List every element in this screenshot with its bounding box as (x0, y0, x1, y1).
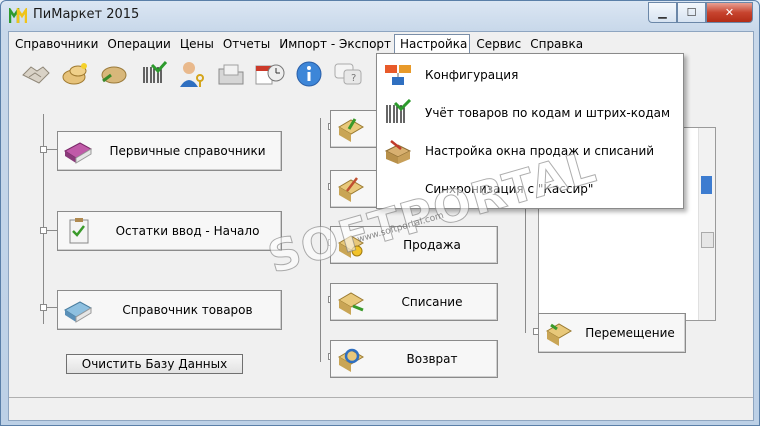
user-key-icon[interactable] (175, 56, 208, 92)
app-logo-icon (9, 8, 27, 23)
barcode-icon (386, 99, 412, 123)
tree-connector (47, 149, 57, 150)
folder-icon[interactable] (214, 56, 247, 92)
status-bar (9, 397, 753, 420)
tree-node (40, 304, 47, 311)
menu-operations[interactable]: Операции (101, 34, 173, 54)
info-icon[interactable] (292, 56, 325, 92)
toolbar: ? (9, 56, 364, 98)
menu-reports[interactable]: Отчеты (217, 34, 273, 54)
tree-line (525, 208, 526, 333)
return-button[interactable]: Возврат (330, 340, 498, 378)
tree-connector (47, 307, 57, 308)
toolbox-icon (384, 140, 412, 164)
handshake-icon[interactable] (19, 56, 52, 92)
title-bar: ПиМаркет 2015 ▁ ☐ ✕ (1, 1, 759, 31)
transfer-icon (546, 323, 572, 346)
repricing-icon (338, 177, 364, 202)
maximize-button[interactable]: ☐ (677, 2, 706, 23)
opening-balance-label: Остатки ввод - Начало (115, 224, 260, 238)
app-window: ПиМаркет 2015 ▁ ☐ ✕ Справочники Операции… (0, 0, 760, 426)
tree-node (40, 227, 47, 234)
close-button[interactable]: ✕ (706, 2, 753, 23)
window-title: ПиМаркет 2015 (33, 7, 140, 22)
close-icon: ✕ (724, 6, 735, 19)
menu-service[interactable]: Сервис (470, 34, 524, 54)
coins-icon[interactable] (58, 56, 91, 92)
minimize-icon: ▁ (658, 6, 667, 19)
transfer-button[interactable]: Перемещение (538, 313, 686, 353)
writeoff-label: Списание (401, 295, 463, 309)
help-icon[interactable]: ? (331, 56, 364, 92)
products-reference-button[interactable]: Справочник товаров (57, 290, 282, 330)
calendar-clock-icon[interactable] (253, 56, 286, 92)
minimize-button[interactable]: ▁ (648, 2, 677, 23)
book-icon (64, 301, 93, 323)
incoming-icon (338, 118, 364, 142)
menu-item-configuration[interactable]: Конфигурация (377, 56, 683, 94)
menu-bar: Справочники Операции Цены Отчеты Импорт … (9, 34, 586, 54)
money-icon[interactable] (97, 56, 130, 92)
clipboard-icon (69, 218, 89, 244)
transfer-label: Перемещение (585, 326, 675, 340)
menu-item-label: Учёт товаров по кодам и штрих-кодам (425, 106, 671, 120)
maximize-icon: ☐ (686, 6, 697, 19)
menu-import-export[interactable]: Импорт - Экспорт (273, 34, 394, 54)
products-reference-label: Справочник товаров (122, 303, 253, 317)
scroll-thumb[interactable] (701, 232, 714, 248)
opening-balance-button[interactable]: Остатки ввод - Начало (57, 211, 282, 251)
return-icon (338, 348, 364, 372)
menu-help[interactable]: Справка (524, 34, 586, 54)
list-selection-marker (701, 176, 712, 194)
return-label: Возврат (406, 352, 458, 366)
writeoff-icon (338, 292, 364, 315)
tree-connector (47, 230, 57, 231)
svg-text:?: ? (351, 73, 356, 84)
menu-settings[interactable]: Настройка (394, 34, 471, 54)
menu-references[interactable]: Справочники (9, 34, 101, 54)
primary-references-label: Первичные справочники (109, 144, 266, 158)
barcode-icon[interactable] (136, 56, 169, 92)
configuration-icon (385, 65, 411, 85)
menu-prices[interactable]: Цены (174, 34, 217, 54)
menu-item-label: Конфигурация (425, 68, 519, 82)
clear-database-button[interactable]: Очистить Базу Данных (66, 354, 243, 374)
menu-item-barcode-tracking[interactable]: Учёт товаров по кодам и штрих-кодам (377, 94, 683, 132)
primary-references-button[interactable]: Первичные справочники (57, 131, 282, 171)
tree-node (40, 146, 47, 153)
writeoff-button[interactable]: Списание (330, 283, 498, 321)
list-scrollbar[interactable] (698, 128, 715, 320)
books-icon (64, 142, 93, 164)
